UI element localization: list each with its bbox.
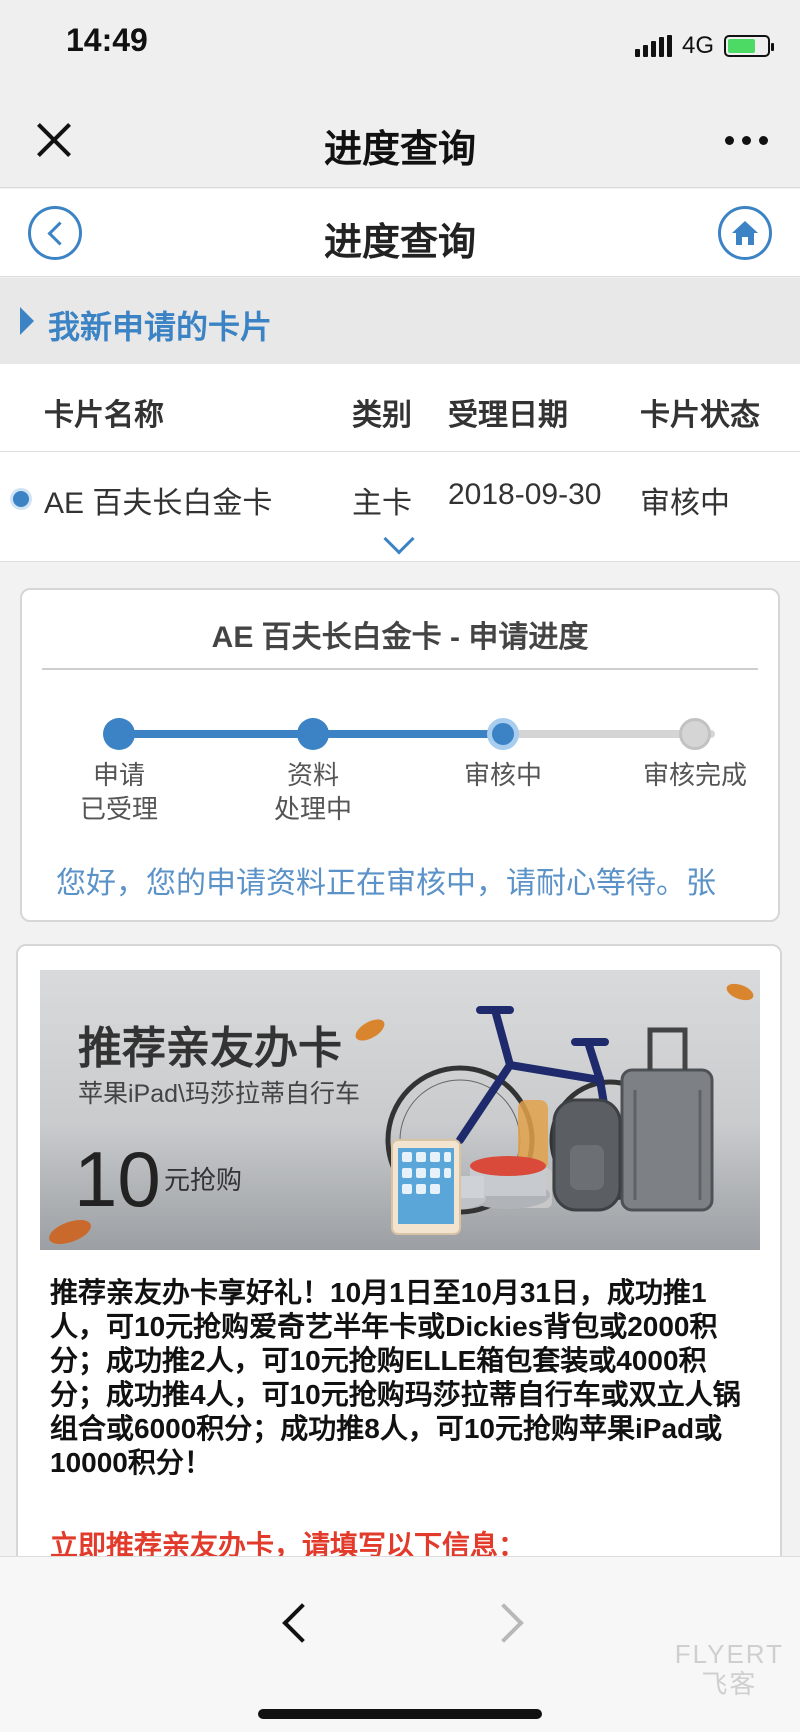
home-indicator[interactable]: [258, 1709, 542, 1719]
banner-price: 10: [74, 1135, 161, 1223]
status-time: 14:49: [66, 22, 148, 58]
step-node-reviewing: [487, 718, 519, 750]
section-label: 我新申请的卡片: [48, 309, 273, 345]
card-table: 卡片名称 类别 受理日期 卡片状态 AE 百夫长白金卡 主卡 2018-09-3…: [0, 364, 800, 562]
progress-title: AE 百夫长白金卡 - 申请进度: [211, 621, 589, 654]
promo-banner[interactable]: 推荐亲友办卡 苹果iPad\玛莎拉蒂自行车 10 元抢购: [40, 970, 760, 1250]
cell-card-name: AE 百夫长白金卡: [44, 487, 273, 520]
caret-right-icon: [20, 307, 34, 335]
step-label-complete: 审核完成: [642, 760, 747, 790]
watermark-line1: FLYERT: [674, 1639, 784, 1669]
section-header[interactable]: 我新申请的卡片: [0, 278, 800, 364]
step-node-complete: [679, 718, 711, 750]
step-node-received: [103, 718, 135, 750]
chevron-down-icon[interactable]: [383, 523, 415, 555]
step-label-received: 申请 已受理: [79, 760, 158, 824]
table-header: 卡片名称 类别 受理日期 卡片状态: [0, 364, 800, 452]
step-label-reviewing: 审核中: [463, 760, 542, 790]
bottom-toolbar: FLYERT 飞客: [0, 1556, 800, 1732]
banner-title: 推荐亲友办卡: [78, 1024, 342, 1073]
wechat-nav-bar: 进度查询: [0, 92, 800, 188]
cell-type: 主卡: [352, 487, 412, 520]
home-button[interactable]: [718, 206, 772, 260]
status-bar: 14:49 4G: [0, 0, 800, 92]
home-icon: [732, 221, 758, 245]
banner-price-unit: 元抢购: [164, 1165, 243, 1195]
network-type: 4G: [681, 32, 714, 59]
watermark: FLYERT 飞客: [675, 1639, 784, 1699]
battery-icon: [724, 35, 774, 57]
page-header: 进度查询: [0, 189, 800, 277]
selected-radio-icon[interactable]: [10, 488, 32, 510]
progress-card: AE 百夫长白金卡 - 申请进度 申请 已受理 资料 处理中 审核中 审核完成 …: [20, 588, 780, 922]
table-row[interactable]: AE 百夫长白金卡 主卡 2018-09-30 审核中: [0, 452, 800, 562]
watermark-line2: 飞客: [701, 1669, 758, 1699]
progress-track: [117, 730, 715, 738]
nav-back-icon[interactable]: [282, 1603, 322, 1643]
header-card-name: 卡片名称: [44, 399, 164, 432]
wechat-title: 进度查询: [323, 129, 476, 171]
signal-icon: [634, 35, 672, 57]
header-status: 卡片状态: [640, 399, 760, 432]
header-type: 类别: [352, 399, 412, 432]
progress-message: 您好，您的申请资料正在审核中，请耐心等待。张: [56, 867, 716, 900]
status-indicators: 4G: [634, 32, 774, 60]
divider: [42, 668, 758, 670]
promo-description: 推荐亲友办卡享好礼！10月1日至10月31日，成功推1人，可10元抢购爱奇艺半年…: [50, 1277, 741, 1478]
cell-date: 2018-09-30: [448, 478, 602, 511]
step-node-processing: [297, 718, 329, 750]
page-title: 进度查询: [323, 222, 476, 264]
more-icon[interactable]: [725, 136, 768, 145]
nav-forward-icon[interactable]: [484, 1603, 524, 1643]
step-label-processing: 资料 处理中: [273, 760, 352, 824]
banner-subtitle: 苹果iPad\玛莎拉蒂自行车: [78, 1080, 360, 1108]
header-date: 受理日期: [448, 399, 568, 432]
cell-status: 审核中: [640, 487, 730, 520]
